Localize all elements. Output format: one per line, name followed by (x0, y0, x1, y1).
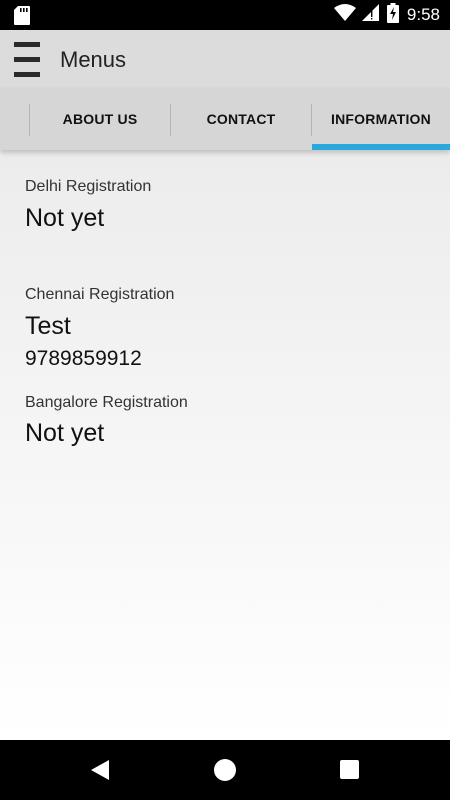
hamburger-menu-icon[interactable] (14, 42, 42, 80)
chennai-registration-value: Test (25, 312, 71, 340)
tab-label: INFORMATION (331, 111, 431, 127)
delhi-registration-value: Not yet (25, 204, 105, 232)
status-time: 9:58 (406, 5, 440, 24)
app-title: Menus (60, 47, 127, 72)
tab-contact[interactable]: CONTACT (171, 88, 311, 150)
delhi-registration-label: Delhi Registration (25, 178, 152, 195)
tab-bar: ABOUT US CONTACT INFORMATION (0, 88, 450, 150)
selected-tab-indicator (312, 144, 450, 150)
tab-label: ABOUT US (62, 111, 138, 127)
wifi-icon (333, 4, 356, 26)
screen: 9:58 Menus ABOUT US CONTACT INFORMATION … (0, 0, 450, 800)
tab-label: CONTACT (206, 111, 276, 127)
battery-icon (386, 2, 399, 28)
status-bar: 9:58 (0, 0, 450, 30)
tab-information[interactable]: INFORMATION (312, 88, 450, 150)
bangalore-registration-label: Bangalore Registration (25, 394, 188, 411)
chennai-registration-phone: 9789859912 (25, 347, 142, 370)
home-icon[interactable] (214, 759, 236, 781)
bangalore-registration-value: Not yet (25, 419, 105, 447)
chennai-registration-label: Chennai Registration (25, 286, 175, 303)
app-bar: Menus (0, 30, 450, 88)
information-content: Delhi Registration Not yet Chennai Regis… (0, 150, 450, 740)
back-icon[interactable] (90, 759, 110, 786)
system-navigation-bar (0, 740, 450, 800)
tab-about-us[interactable]: ABOUT US (30, 88, 170, 150)
recent-apps-icon[interactable] (340, 760, 359, 779)
sd-card-icon (14, 6, 30, 30)
signal-icon (361, 4, 379, 26)
